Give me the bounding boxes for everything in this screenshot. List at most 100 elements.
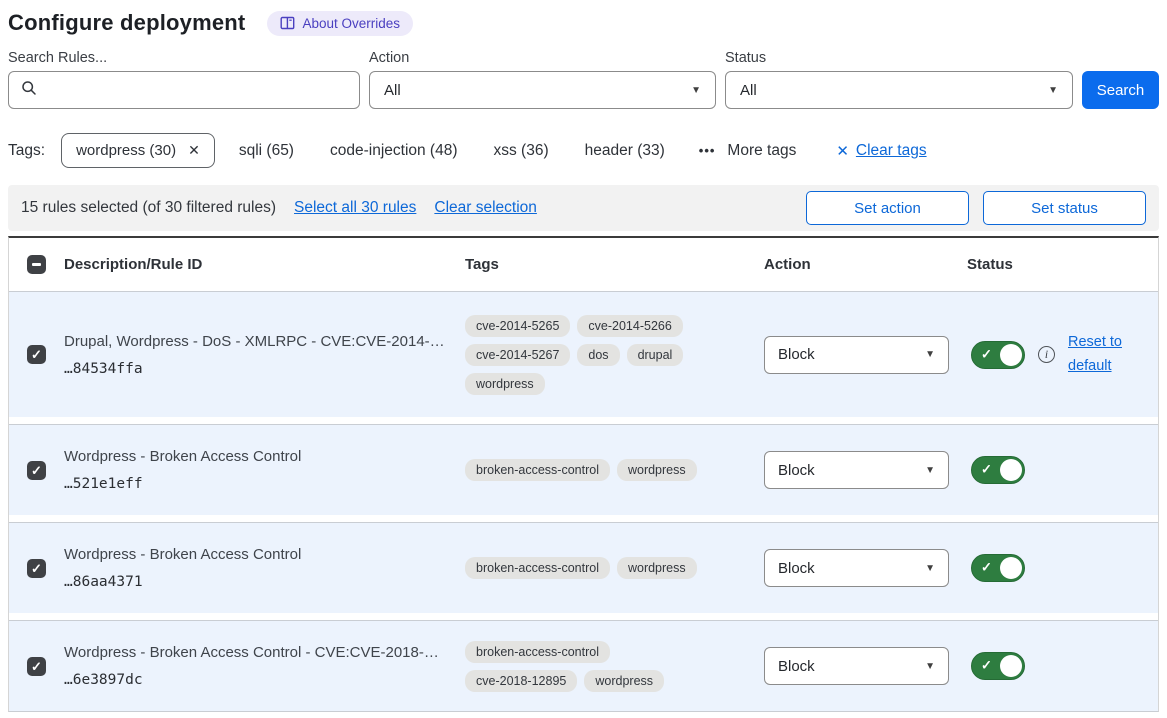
action-select[interactable]: Block ▼ — [764, 549, 949, 587]
configure-deployment-page: Configure deployment About Overrides Sea… — [0, 0, 1167, 712]
row-action-cell: Block ▼ — [764, 451, 967, 489]
clear-tags-link[interactable]: ✕ Clear tags — [836, 142, 926, 160]
search-button[interactable]: Search — [1082, 71, 1159, 109]
search-rules-label: Search Rules... — [8, 50, 360, 66]
close-icon: ✕ — [836, 142, 849, 160]
tags-bar: Tags: wordpress (30) ✕ sqli (65) code-in… — [8, 133, 1159, 168]
tag-pill: broken-access-control — [465, 641, 610, 663]
row-checkbox-cell: ✓ — [9, 345, 64, 364]
column-header-tags: Tags — [465, 256, 764, 273]
row-action-cell: Block ▼ — [764, 336, 967, 374]
tag-pills: broken-access-control wordpress — [465, 459, 717, 481]
action-filter-select[interactable]: All ▼ — [369, 71, 716, 109]
table-row: ✓ Wordpress - Broken Access Control …86a… — [9, 522, 1158, 613]
check-icon: ✓ — [31, 464, 42, 477]
row-status-cell: ✓ — [967, 652, 1158, 680]
column-header-action: Action — [764, 256, 967, 273]
indeterminate-mark-icon — [32, 263, 41, 266]
action-select[interactable]: Block ▼ — [764, 336, 949, 374]
book-icon — [280, 16, 295, 30]
rule-description: Wordpress - Broken Access Control - CVE:… — [64, 644, 465, 661]
search-rules-input[interactable] — [46, 82, 347, 99]
reset-to-default-link[interactable]: Reset to default — [1068, 331, 1138, 379]
row-checkbox-cell: ✓ — [9, 461, 64, 480]
row-checkbox[interactable]: ✓ — [27, 461, 46, 480]
row-checkbox[interactable]: ✓ — [27, 657, 46, 676]
row-checkbox-cell: ✓ — [9, 559, 64, 578]
tag-pill: cve-2014-5266 — [577, 315, 682, 337]
search-rules-group: Search Rules... — [8, 50, 360, 109]
rule-description: Drupal, Wordpress - DoS - XMLRPC - CVE:C… — [64, 333, 465, 350]
chevron-down-icon: ▼ — [925, 563, 935, 574]
info-icon[interactable]: i — [1038, 346, 1055, 363]
action-value: Block — [778, 462, 815, 479]
table-row: ✓ Wordpress - Broken Access Control - CV… — [9, 620, 1158, 711]
row-tags-cell: broken-access-control cve-2018-12895 wor… — [465, 641, 764, 692]
status-filter-select[interactable]: All ▼ — [725, 71, 1073, 109]
chevron-down-icon: ▼ — [1048, 85, 1058, 96]
ellipsis-icon: ••• — [699, 143, 716, 158]
about-overrides-badge[interactable]: About Overrides — [267, 11, 413, 36]
check-icon: ✓ — [31, 562, 42, 575]
chevron-down-icon: ▼ — [925, 349, 935, 360]
clear-selection-link[interactable]: Clear selection — [434, 199, 537, 217]
rule-id: …521e1eff — [64, 476, 465, 492]
toggle-knob — [1000, 655, 1022, 677]
chevron-down-icon: ▼ — [925, 465, 935, 476]
tag-pill: wordpress — [617, 557, 697, 579]
set-status-button[interactable]: Set status — [983, 191, 1146, 225]
more-tags-button[interactable]: ••• More tags — [699, 142, 797, 160]
rule-description: Wordpress - Broken Access Control — [64, 546, 465, 563]
tag-pills: broken-access-control wordpress — [465, 557, 717, 579]
toggle-knob — [1000, 459, 1022, 481]
tag-option-header[interactable]: header (33) — [585, 142, 665, 160]
tag-pills: cve-2014-5265 cve-2014-5266 cve-2014-526… — [465, 315, 717, 395]
selected-tag-wordpress[interactable]: wordpress (30) ✕ — [61, 133, 215, 168]
tag-option-code-injection[interactable]: code-injection (48) — [330, 142, 458, 160]
row-tags-cell: broken-access-control wordpress — [465, 459, 764, 481]
set-action-button[interactable]: Set action — [806, 191, 969, 225]
row-status-cell: ✓ — [967, 456, 1158, 484]
rule-id: …6e3897dc — [64, 672, 465, 688]
status-toggle-on[interactable]: ✓ — [971, 341, 1025, 369]
row-action-cell: Block ▼ — [764, 647, 967, 685]
check-icon: ✓ — [981, 461, 992, 477]
selected-tag-label: wordpress (30) — [76, 142, 176, 159]
search-icon — [21, 80, 37, 101]
action-filter-group: Action All ▼ — [369, 50, 716, 109]
chevron-down-icon: ▼ — [691, 85, 701, 96]
tag-pill: broken-access-control — [465, 557, 610, 579]
table-row: ✓ Drupal, Wordpress - DoS - XMLRPC - CVE… — [9, 291, 1158, 417]
check-icon: ✓ — [31, 348, 42, 361]
rule-id: …86aa4371 — [64, 574, 465, 590]
selection-links: Select all 30 rules Clear selection — [294, 199, 537, 217]
selection-bar: 15 rules selected (of 30 filtered rules)… — [8, 185, 1159, 231]
row-description-cell: Wordpress - Broken Access Control - CVE:… — [64, 644, 465, 688]
tags-label: Tags: — [8, 142, 45, 160]
row-description-cell: Wordpress - Broken Access Control …521e1… — [64, 448, 465, 492]
check-icon: ✓ — [981, 657, 992, 673]
tag-option-xss[interactable]: xss (36) — [494, 142, 549, 160]
row-checkbox[interactable]: ✓ — [27, 345, 46, 364]
tag-pill: cve-2014-5267 — [465, 344, 570, 366]
action-select[interactable]: Block ▼ — [764, 451, 949, 489]
select-all-checkbox[interactable] — [27, 255, 46, 274]
status-filter-value: All — [740, 82, 757, 99]
about-overrides-label: About Overrides — [302, 16, 400, 31]
action-filter-label: Action — [369, 50, 716, 66]
table-row: ✓ Wordpress - Broken Access Control …521… — [9, 424, 1158, 515]
check-icon: ✓ — [981, 559, 992, 575]
select-all-link[interactable]: Select all 30 rules — [294, 199, 416, 217]
remove-tag-icon[interactable]: ✕ — [188, 142, 200, 159]
row-checkbox[interactable]: ✓ — [27, 559, 46, 578]
action-value: Block — [778, 346, 815, 363]
status-toggle-on[interactable]: ✓ — [971, 456, 1025, 484]
tag-option-sqli[interactable]: sqli (65) — [239, 142, 294, 160]
filters-bar: Search Rules... Action All ▼ Status All … — [8, 50, 1159, 109]
status-toggle-on[interactable]: ✓ — [971, 652, 1025, 680]
row-status-cell: ✓ — [967, 554, 1158, 582]
tag-options: sqli (65) code-injection (48) xss (36) h… — [239, 142, 665, 160]
action-value: Block — [778, 560, 815, 577]
status-toggle-on[interactable]: ✓ — [971, 554, 1025, 582]
action-select[interactable]: Block ▼ — [764, 647, 949, 685]
